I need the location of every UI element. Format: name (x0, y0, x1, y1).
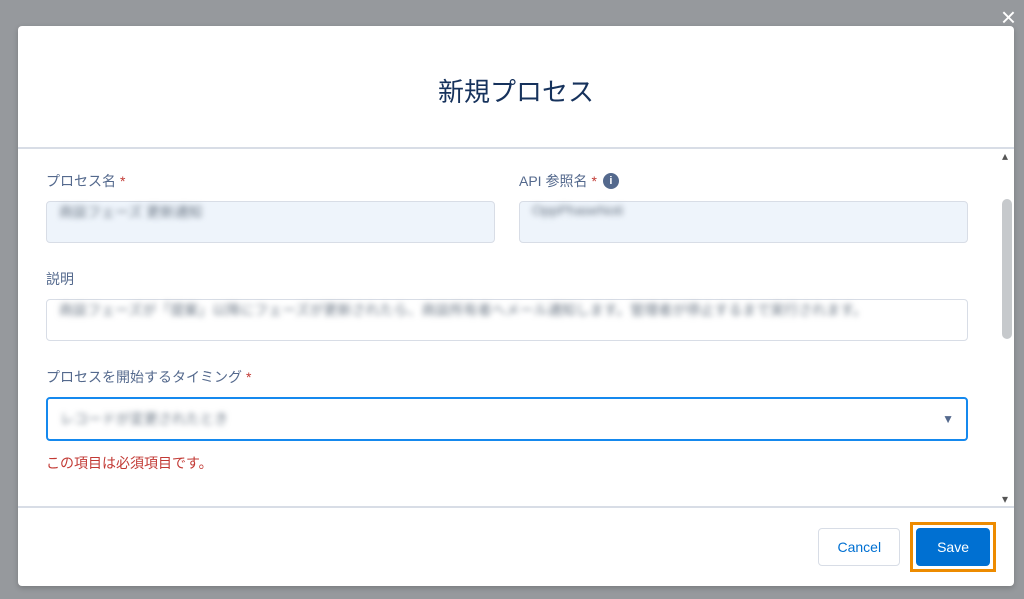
api-name-input[interactable]: OppPhaseNoti (519, 201, 968, 243)
start-timing-group: プロセスを開始するタイミング * レコードが変更されたとき ▼ この項目は必須項… (46, 367, 968, 473)
process-name-label-text: プロセス名 (46, 171, 116, 191)
description-group: 説明 商談フェーズが「提案」以降にフェーズが更新されたら、商談所有者へメール通知… (46, 269, 968, 341)
api-name-label: API 参照名 * i (519, 171, 968, 191)
modal-header: 新規プロセス (18, 26, 1014, 149)
api-name-value: OppPhaseNoti (532, 202, 623, 218)
modal-body: プロセス名 * 商談フェーズ 更新通知 API 参照名 * i OppPhase… (18, 149, 996, 506)
start-timing-select-wrap: レコードが変更されたとき ▼ (46, 397, 968, 441)
vertical-scrollbar[interactable]: ▴ ▾ (996, 149, 1014, 506)
process-name-label: プロセス名 * (46, 171, 495, 191)
form-row-names: プロセス名 * 商談フェーズ 更新通知 API 参照名 * i OppPhase… (46, 171, 968, 243)
required-marker: * (120, 173, 125, 189)
modal-footer: Cancel Save (18, 506, 1014, 586)
description-label: 説明 (46, 269, 968, 289)
start-timing-error: この項目は必須項目です。 (46, 453, 968, 473)
required-marker: * (591, 173, 596, 189)
scroll-down-icon[interactable]: ▾ (998, 492, 1012, 506)
api-name-group: API 参照名 * i OppPhaseNoti (519, 171, 968, 243)
form-row-timing: プロセスを開始するタイミング * レコードが変更されたとき ▼ この項目は必須項… (46, 367, 968, 473)
cancel-button[interactable]: Cancel (818, 528, 900, 566)
required-marker: * (246, 369, 251, 385)
scroll-up-icon[interactable]: ▴ (998, 149, 1012, 163)
start-timing-label-text: プロセスを開始するタイミング (46, 367, 242, 387)
form-row-description: 説明 商談フェーズが「提案」以降にフェーズが更新されたら、商談所有者へメール通知… (46, 269, 968, 341)
api-name-label-text: API 参照名 (519, 171, 587, 191)
scrollbar-thumb[interactable] (1002, 199, 1012, 339)
modal-title: 新規プロセス (18, 72, 1014, 109)
process-name-input[interactable]: 商談フェーズ 更新通知 (46, 201, 495, 243)
start-timing-label: プロセスを開始するタイミング * (46, 367, 968, 387)
save-button-highlight: Save (910, 522, 996, 572)
description-value: 商談フェーズが「提案」以降にフェーズが更新されたら、商談所有者へメール通知します… (59, 302, 867, 318)
description-input[interactable]: 商談フェーズが「提案」以降にフェーズが更新されたら、商談所有者へメール通知します… (46, 299, 968, 341)
start-timing-select[interactable]: レコードが変更されたとき (46, 397, 968, 441)
modal-body-wrapper: プロセス名 * 商談フェーズ 更新通知 API 参照名 * i OppPhase… (18, 149, 1014, 506)
start-timing-value: レコードが変更されたとき (60, 409, 228, 429)
process-name-group: プロセス名 * 商談フェーズ 更新通知 (46, 171, 495, 243)
description-label-text: 説明 (46, 269, 74, 289)
chevron-down-icon: ▼ (942, 412, 954, 426)
info-icon[interactable]: i (603, 173, 619, 189)
process-name-value: 商談フェーズ 更新通知 (59, 204, 202, 220)
save-button[interactable]: Save (916, 528, 990, 566)
close-icon[interactable]: × (1001, 4, 1016, 30)
new-process-modal: × 新規プロセス プロセス名 * 商談フェーズ 更新通知 API 参照名 (18, 26, 1014, 586)
